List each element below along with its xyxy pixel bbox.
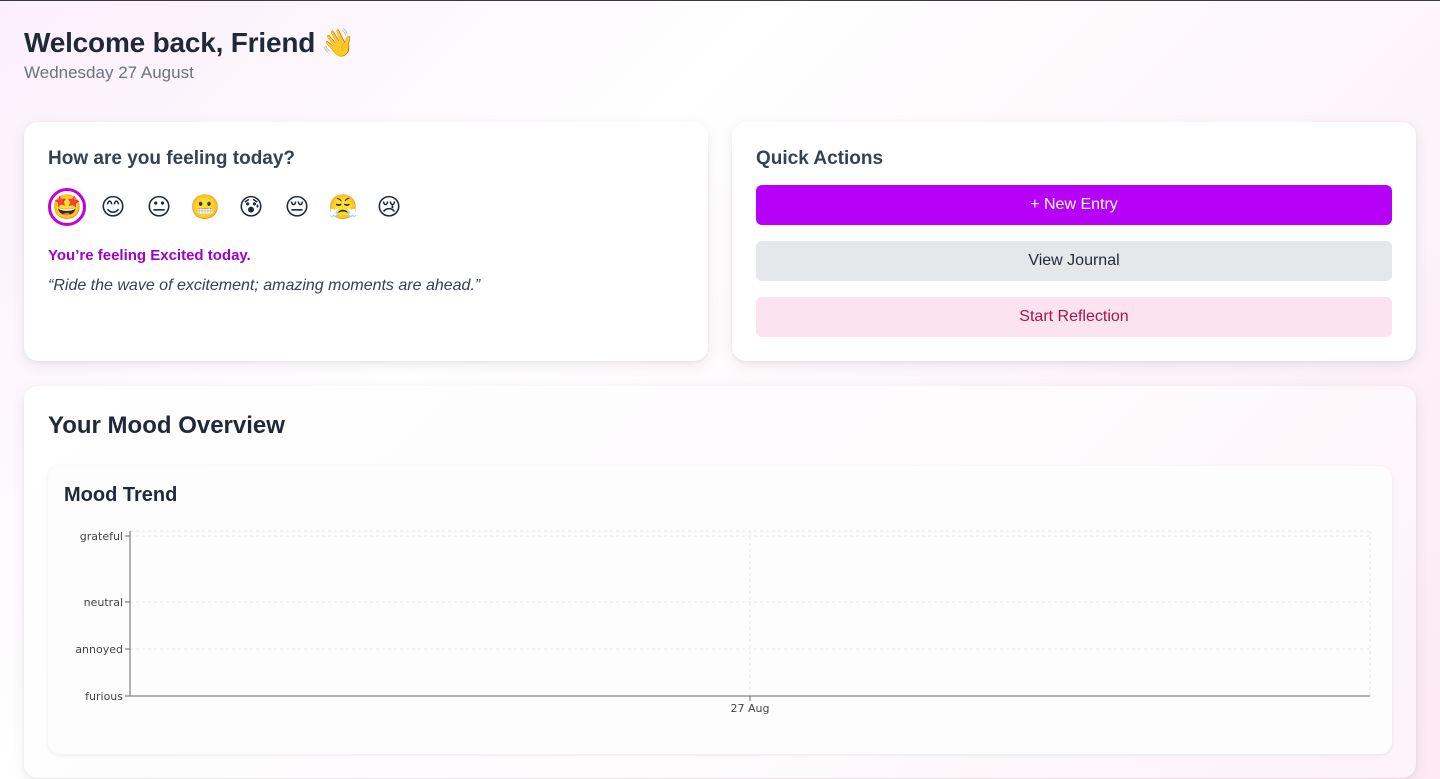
y-tick-label-neutral: neutral [84, 596, 123, 609]
mood-checkin-card: How are you feeling today? 🤩 😊 😐 😬 😰 😔 😤… [24, 122, 708, 361]
mood-happy-icon[interactable]: 😊 [94, 188, 132, 226]
mood-quote: “Ride the wave of excitement; amazing mo… [48, 277, 481, 294]
mood-overview-card: Your Mood Overview Mood Trend furious ann… [24, 386, 1416, 778]
quick-actions-card: Quick Actions + New Entry View Journal S… [732, 122, 1416, 361]
y-tick-label-grateful: grateful [80, 530, 123, 543]
mood-sad-icon[interactable]: 😢 [370, 188, 408, 226]
current-feeling-text: You’re feeling Excited today. [48, 247, 251, 264]
view-journal-button[interactable]: View Journal [756, 241, 1392, 281]
mood-pensive-icon[interactable]: 😔 [278, 188, 316, 226]
mood-frustrated-icon[interactable]: 😤 [324, 188, 362, 226]
mood-grimacing-icon[interactable]: 😬 [186, 188, 224, 226]
mood-overview-title: Your Mood Overview [48, 412, 285, 439]
mood-trend-card: Mood Trend furious annoyed neutral grateful… [48, 466, 1392, 754]
current-date: Wednesday 27 August [24, 63, 194, 82]
mood-excited-icon[interactable]: 🤩 [48, 188, 86, 226]
mood-card-title: How are you feeling today? [48, 148, 296, 169]
y-tick-label-furious: furious [85, 690, 123, 703]
mood-trend-chart: furious annoyed neutral grateful 27 Aug [75, 530, 1371, 715]
page-header: Welcome back, Friend 👋 Wednesday 27 Augu… [24, 27, 355, 83]
waving-hand-icon: 👋 [321, 28, 355, 58]
emoji-picker: 🤩 😊 😐 😬 😰 😔 😤 😢 [48, 188, 684, 226]
welcome-heading: Welcome back, Friend 👋 [24, 27, 355, 59]
start-reflection-button[interactable]: Start Reflection [756, 297, 1392, 337]
mood-neutral-icon[interactable]: 😐 [140, 188, 178, 226]
y-tick-label-annoyed: annoyed [75, 643, 123, 656]
quick-actions-title: Quick Actions [756, 148, 884, 169]
x-tick-label-0: 27 Aug [731, 702, 770, 715]
mood-anxious-icon[interactable]: 😰 [232, 188, 270, 226]
welcome-text: Welcome back, Friend [24, 27, 316, 58]
new-entry-button[interactable]: + New Entry [756, 185, 1392, 225]
